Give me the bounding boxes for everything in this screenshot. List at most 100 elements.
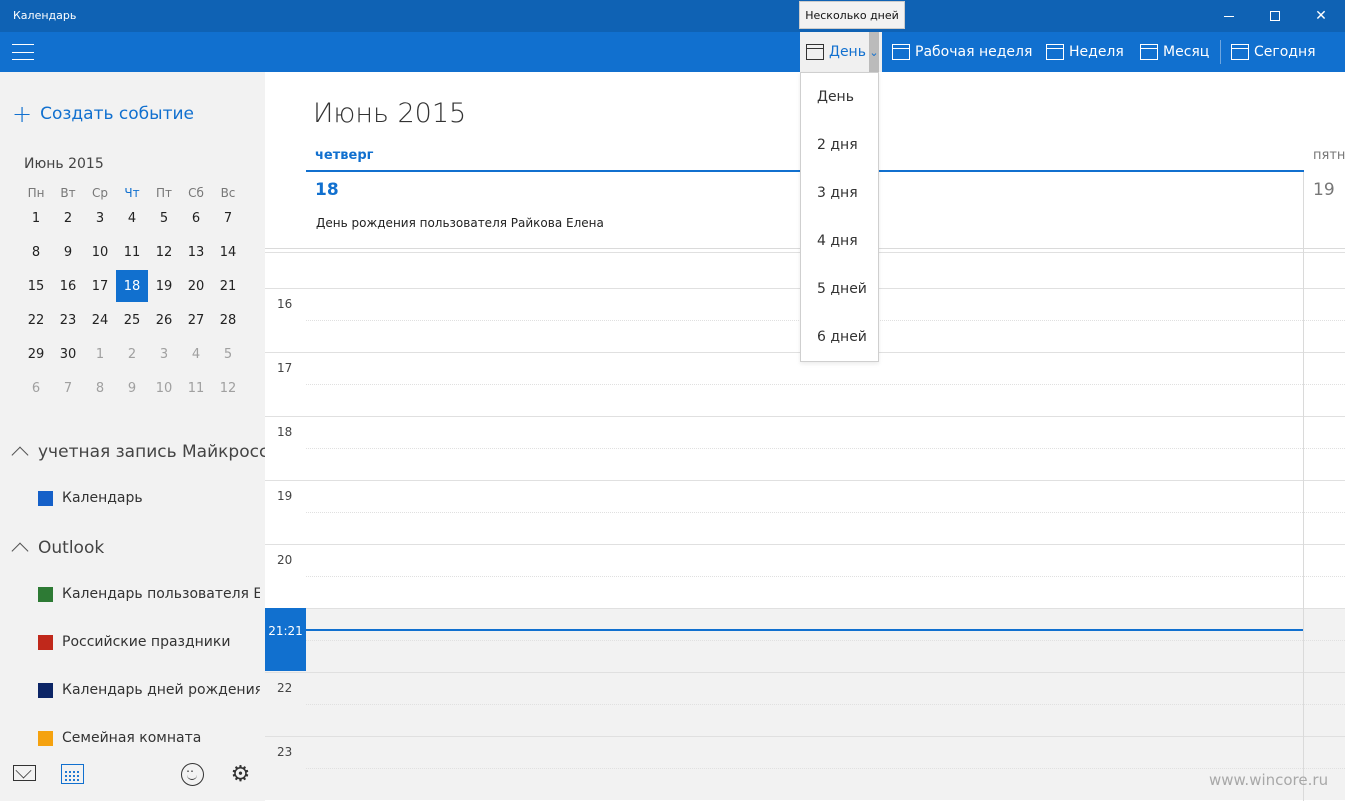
calendar-item[interactable]: Семейная комната (38, 730, 260, 746)
view-option[interactable]: 3 дня (817, 185, 858, 201)
mini-calendar-day[interactable]: 9 (116, 372, 148, 404)
mini-calendar-day[interactable]: 2 (52, 202, 84, 234)
mini-calendar-day[interactable]: 14 (212, 236, 244, 268)
mini-calendar-day[interactable]: 26 (148, 304, 180, 336)
mini-calendar-day[interactable]: 2 (116, 338, 148, 370)
week-label: Неделя (1069, 44, 1124, 60)
account-header-outlook[interactable]: Outlook (11, 538, 104, 560)
view-option[interactable]: 4 дня (817, 233, 858, 249)
all-day-event[interactable]: День рождения пользователя Райкова Елена (316, 216, 604, 230)
weekday-header: Вс (220, 186, 236, 200)
hour-label: 22 (277, 681, 293, 695)
mini-calendar-day[interactable]: 18 (116, 270, 148, 302)
account-header-microsoft[interactable]: учетная запись Майкросс (11, 442, 268, 464)
calendar-day-icon (806, 44, 824, 60)
watermark: www.wincore.ru (1209, 771, 1329, 789)
mini-calendar-day[interactable]: 11 (116, 236, 148, 268)
column-divider (1303, 172, 1304, 801)
mini-calendar-title[interactable]: Июнь 2015 (24, 156, 104, 172)
new-event-button[interactable]: + Создать событие (12, 102, 194, 126)
weekday-header: Ср (92, 186, 108, 200)
close-button[interactable]: ✕ (1298, 0, 1344, 32)
go-to-today-icon (1231, 44, 1249, 60)
mini-calendar-day[interactable]: 12 (148, 236, 180, 268)
day-view-button[interactable]: День ⌄ (800, 32, 882, 72)
mini-calendar-day[interactable]: 6 (180, 202, 212, 234)
calendar-color-swatch (38, 730, 53, 746)
view-option[interactable]: 2 дня (817, 137, 858, 153)
calendar-item[interactable]: Календарь пользователя Е (38, 586, 260, 602)
mini-calendar-day[interactable]: 19 (148, 270, 180, 302)
mini-calendar-day[interactable]: 23 (52, 304, 84, 336)
chevron-down-icon[interactable]: ⌄ (868, 32, 879, 72)
mini-calendar-day[interactable]: 27 (180, 304, 212, 336)
calendar-color-swatch (38, 490, 53, 506)
mini-calendar-day[interactable]: 8 (84, 372, 116, 404)
mini-calendar-day[interactable]: 17 (84, 270, 116, 302)
maximize-icon (1270, 11, 1280, 21)
mini-calendar-day[interactable]: 7 (212, 202, 244, 234)
mini-calendar-day[interactable]: 21 (212, 270, 244, 302)
today-label: Сегодня (1254, 44, 1316, 60)
mini-calendar-day[interactable]: 7 (52, 372, 84, 404)
mini-calendar-day[interactable]: 28 (212, 304, 244, 336)
view-option[interactable]: 5 дней (817, 281, 867, 297)
mini-calendar-day[interactable]: 29 (20, 338, 52, 370)
mini-calendar-day[interactable]: 1 (20, 202, 52, 234)
mini-calendar-day[interactable]: 24 (84, 304, 116, 336)
mini-calendar-day[interactable]: 4 (180, 338, 212, 370)
feedback-smiley-icon[interactable] (181, 761, 204, 786)
hamburger-menu-icon[interactable] (12, 44, 34, 60)
calendar-item-label: Календарь пользователя Е (62, 586, 260, 602)
calendar-item[interactable]: Российские праздники (38, 634, 260, 650)
mini-calendar-day[interactable]: 30 (52, 338, 84, 370)
hour-slot[interactable]: 23 (265, 736, 1345, 800)
mini-calendar-day[interactable]: 10 (84, 236, 116, 268)
minimize-button[interactable] (1206, 0, 1252, 32)
calendar-item[interactable]: Календарь дней рождения (38, 682, 260, 698)
mini-calendar-day[interactable]: 5 (148, 202, 180, 234)
calendar-item[interactable]: Календарь (38, 490, 260, 506)
mini-calendar-day[interactable]: 3 (84, 202, 116, 234)
half-hour-line (306, 576, 1345, 577)
mini-calendar-day[interactable]: 20 (180, 270, 212, 302)
today-button[interactable]: Сегодня (1231, 32, 1316, 72)
calendar-color-swatch (38, 682, 53, 698)
mini-calendar-day[interactable]: 5 (212, 338, 244, 370)
chevron-up-icon (11, 542, 29, 560)
mail-icon[interactable] (13, 765, 36, 781)
mini-calendar-day[interactable]: 8 (20, 236, 52, 268)
work-week-button[interactable]: Рабочая неделя (892, 32, 1032, 72)
mini-calendar-day[interactable]: 11 (180, 372, 212, 404)
view-option[interactable]: День (817, 89, 854, 105)
mini-calendar-day[interactable]: 3 (148, 338, 180, 370)
next-day-number: 19 (1313, 180, 1335, 200)
mini-calendar-day[interactable]: 4 (116, 202, 148, 234)
hour-slot[interactable] (265, 608, 1345, 672)
mini-calendar-day[interactable]: 12 (212, 372, 244, 404)
mini-calendar-day[interactable]: 15 (20, 270, 52, 302)
hour-slot[interactable]: 18 (265, 416, 1345, 480)
calendar-icon[interactable] (61, 764, 84, 784)
hour-slot[interactable]: 20 (265, 544, 1345, 608)
week-button[interactable]: Неделя (1046, 32, 1124, 72)
mini-calendar-day[interactable]: 9 (52, 236, 84, 268)
weekday-header: Сб (188, 186, 204, 200)
hour-slot[interactable]: 19 (265, 480, 1345, 544)
mini-calendar-day[interactable]: 22 (20, 304, 52, 336)
mini-calendar-day[interactable]: 1 (84, 338, 116, 370)
maximize-button[interactable] (1252, 0, 1298, 32)
gear-icon[interactable]: ⚙ (229, 763, 252, 786)
view-option[interactable]: 6 дней (817, 329, 867, 345)
mini-calendar-day[interactable]: 10 (148, 372, 180, 404)
month-button[interactable]: Месяц (1140, 32, 1209, 72)
mini-calendar-day[interactable]: 6 (20, 372, 52, 404)
mini-calendar-day[interactable]: 16 (52, 270, 84, 302)
calendar-color-swatch (38, 586, 53, 602)
mini-calendar-day[interactable]: 13 (180, 236, 212, 268)
hour-label: 17 (277, 361, 293, 375)
hour-slot[interactable]: 22 (265, 672, 1345, 736)
mini-calendar-day[interactable]: 25 (116, 304, 148, 336)
hour-label: 19 (277, 489, 293, 503)
chevron-up-icon (11, 446, 29, 464)
